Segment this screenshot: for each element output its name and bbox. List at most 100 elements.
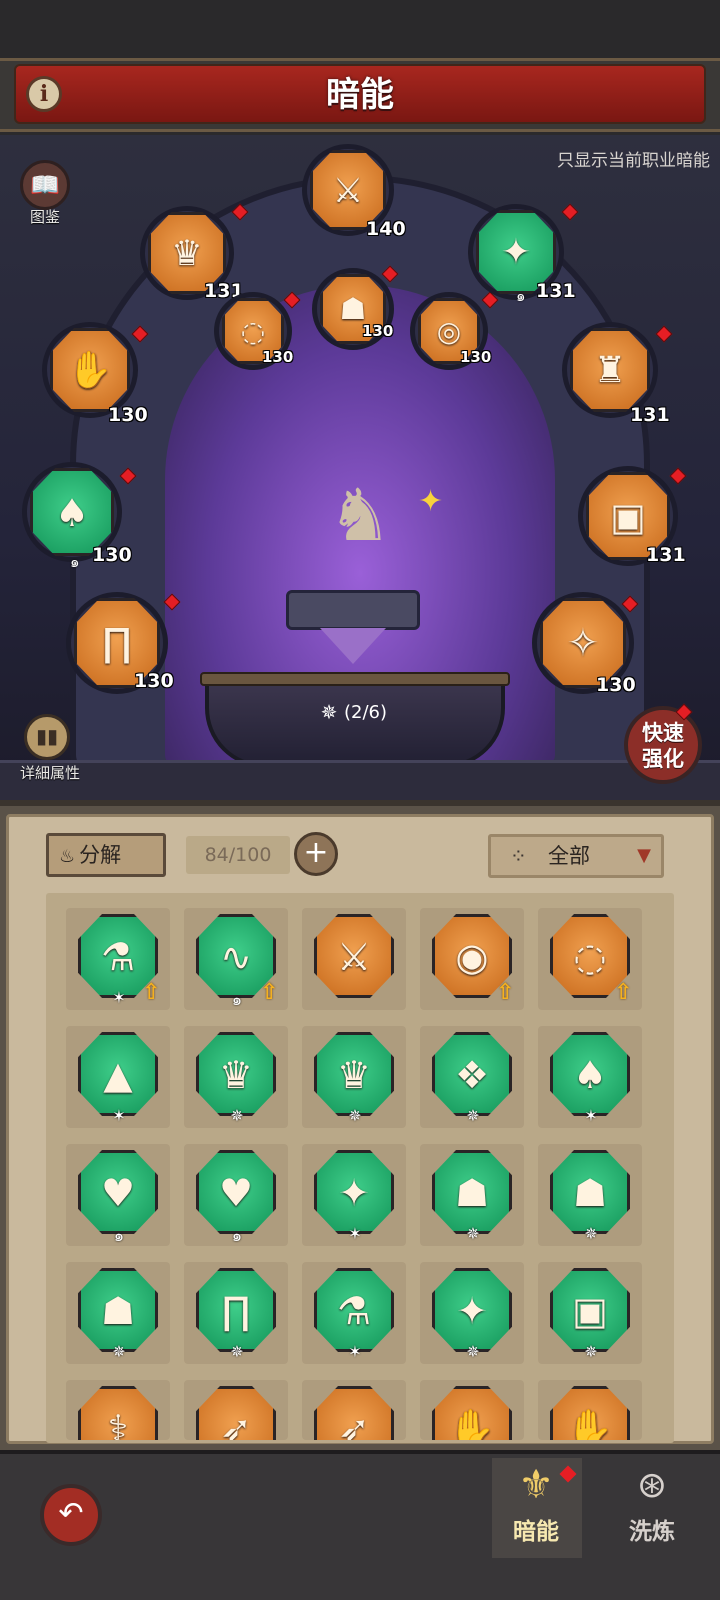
slot-cape-level: 130	[92, 544, 132, 566]
slot-shoulder-level: 131	[536, 280, 576, 302]
slot-cape-set-icon: ๑	[70, 553, 80, 571]
inventory-item[interactable]: ∿ ๑ ⇧	[184, 908, 288, 1010]
upgrade-arrow-icon: ⇧	[614, 980, 633, 1005]
item-icon: ✦	[456, 1289, 488, 1333]
inventory-item[interactable]: ∏ ✵	[184, 1262, 288, 1364]
set-badge-icon: ✵	[348, 1106, 362, 1125]
tab-refine-label[interactable]: 洗炼	[616, 1512, 688, 1545]
detail-stats-label: 详細属性	[19, 764, 80, 782]
item-gem: ✦	[432, 1268, 512, 1352]
slot-chest-level: 131	[630, 404, 670, 426]
inventory-item[interactable]: ⚗ ✶	[302, 1262, 406, 1364]
inventory-item[interactable]: ✦ ✵	[420, 1262, 524, 1364]
item-icon: ☗	[454, 1171, 490, 1215]
inventory-item[interactable]: ♛ ✵	[302, 1026, 406, 1128]
expand-capacity-button[interactable]: +	[294, 832, 338, 876]
item-icon: ∏	[221, 1289, 251, 1333]
set-badge-icon: ✶	[584, 1106, 598, 1125]
inventory-item[interactable]: ⚔	[302, 908, 406, 1010]
decompose-label: 分解	[79, 843, 122, 867]
filter-label: 全部	[548, 844, 590, 868]
slot-chest-gem: ♜	[570, 328, 650, 412]
item-gem: ➶	[314, 1386, 394, 1440]
inventory-count: 84/100	[186, 836, 290, 874]
decompose-button[interactable]: ♨ 分解	[46, 833, 166, 877]
item-gem: ♥	[78, 1150, 158, 1234]
inventory-item[interactable]: ➶	[302, 1380, 406, 1440]
item-gem: ⚗	[314, 1268, 394, 1352]
show-current-job-toggle[interactable]: 只显示当前职业暗能	[500, 146, 710, 171]
item-gem: ♛	[196, 1032, 276, 1116]
inventory-item[interactable]: ♛ ✵	[184, 1026, 288, 1128]
inventory-item[interactable]: ▲ ✶	[66, 1026, 170, 1128]
inventory-item[interactable]: ⚗ ✶ ⇧	[66, 908, 170, 1010]
item-icon: ✦	[338, 1171, 370, 1215]
slot-gloves-level: 130	[108, 404, 148, 426]
inventory-item[interactable]: ♥ ๑	[184, 1144, 288, 1246]
inventory-item[interactable]: ✋	[420, 1380, 524, 1440]
inventory-item[interactable]: ♥ ๑	[66, 1144, 170, 1246]
slot-weapon-level: 140	[366, 218, 406, 240]
item-icon: ➶	[338, 1407, 370, 1440]
slot-boots-level: 130	[596, 674, 636, 696]
tab-dark-energy-label: 暗能	[513, 1519, 559, 1545]
inventory-item[interactable]: ☗ ✵	[66, 1262, 170, 1364]
bottom-nav	[0, 1450, 720, 1600]
item-icon: ❖	[454, 1053, 490, 1097]
slot-gloves-gem: ✋	[50, 328, 130, 412]
set-badge-icon: ๑	[231, 1226, 243, 1245]
set-badge-icon: ✶	[112, 1106, 126, 1125]
set-badge-icon: ๑	[231, 990, 243, 1009]
floor-shelf	[0, 760, 720, 804]
set-badge-icon: ✵	[466, 1342, 480, 1361]
inventory-item[interactable]: ➶	[184, 1380, 288, 1440]
inventory-item[interactable]: ◌ ⇧	[538, 908, 642, 1010]
inventory-item[interactable]: ❖ ✵	[420, 1026, 524, 1128]
item-icon: ▲	[103, 1053, 133, 1097]
inventory-item[interactable]: ✋	[538, 1380, 642, 1440]
detail-stats-icon[interactable]: ▮▮	[24, 714, 70, 760]
set-progress[interactable]: (2/6)	[344, 700, 404, 726]
inventory-item[interactable]: ☗ ✵	[420, 1144, 524, 1246]
gloves-icon: ✋	[67, 350, 113, 391]
cauldron-rim	[200, 672, 510, 686]
inventory-item[interactable]: ▣ ✵	[538, 1262, 642, 1364]
item-icon: ✋	[566, 1407, 614, 1440]
item-gem: ☗	[432, 1150, 512, 1234]
upgrade-arrow-icon: ⇧	[260, 980, 279, 1005]
item-icon: ♠	[572, 1053, 608, 1097]
inventory-item[interactable]: ☗ ✵	[538, 1144, 642, 1246]
inventory-item[interactable]: ♠ ✶	[538, 1026, 642, 1128]
item-icon: ✋	[448, 1407, 496, 1440]
inventory-item[interactable]: ✦ ✶	[302, 1144, 406, 1246]
codex-book-icon[interactable]: 📖	[20, 160, 70, 210]
item-icon: ☗	[572, 1171, 608, 1215]
set-badge-icon: ✵	[112, 1342, 126, 1361]
item-gem: ▣	[550, 1268, 630, 1352]
codex-label: 图鉴	[29, 208, 60, 226]
slot-accessory-2-level: 130	[362, 322, 394, 340]
boots-icon: ✧	[566, 621, 600, 666]
inventory-item[interactable]: ◉ ⇧	[420, 908, 524, 1010]
item-gem: ☗	[78, 1268, 158, 1352]
set-badge-icon: ✵	[584, 1224, 598, 1243]
cape-icon: ♠	[54, 491, 90, 535]
slot-accessory-1-level: 130	[262, 348, 294, 366]
set-badge-icon: ✵	[466, 1106, 480, 1125]
item-gem: ✋	[432, 1386, 512, 1440]
weapon-icon: ⚔	[332, 171, 364, 211]
upgrade-arrow-icon: ⇧	[142, 980, 161, 1005]
quick-enhance-button[interactable]: 快速 强化	[624, 706, 702, 784]
set-badge-icon: ๑	[113, 1226, 125, 1245]
back-arrow-icon[interactable]: ↶	[40, 1484, 102, 1546]
inventory-item[interactable]: ⚕	[66, 1380, 170, 1440]
item-gem: ➶	[196, 1386, 276, 1440]
chevron-down-icon[interactable]: ▼	[632, 846, 656, 866]
item-icon: ➶	[220, 1407, 252, 1440]
refine-icon[interactable]: ⊛	[624, 1462, 680, 1510]
hero-character: ♞	[327, 473, 393, 557]
item-gem: ⚕	[78, 1386, 158, 1440]
item-gem: ♛	[314, 1032, 394, 1116]
item-icon: ⚕	[107, 1407, 129, 1440]
info-button[interactable]: i	[26, 76, 62, 112]
